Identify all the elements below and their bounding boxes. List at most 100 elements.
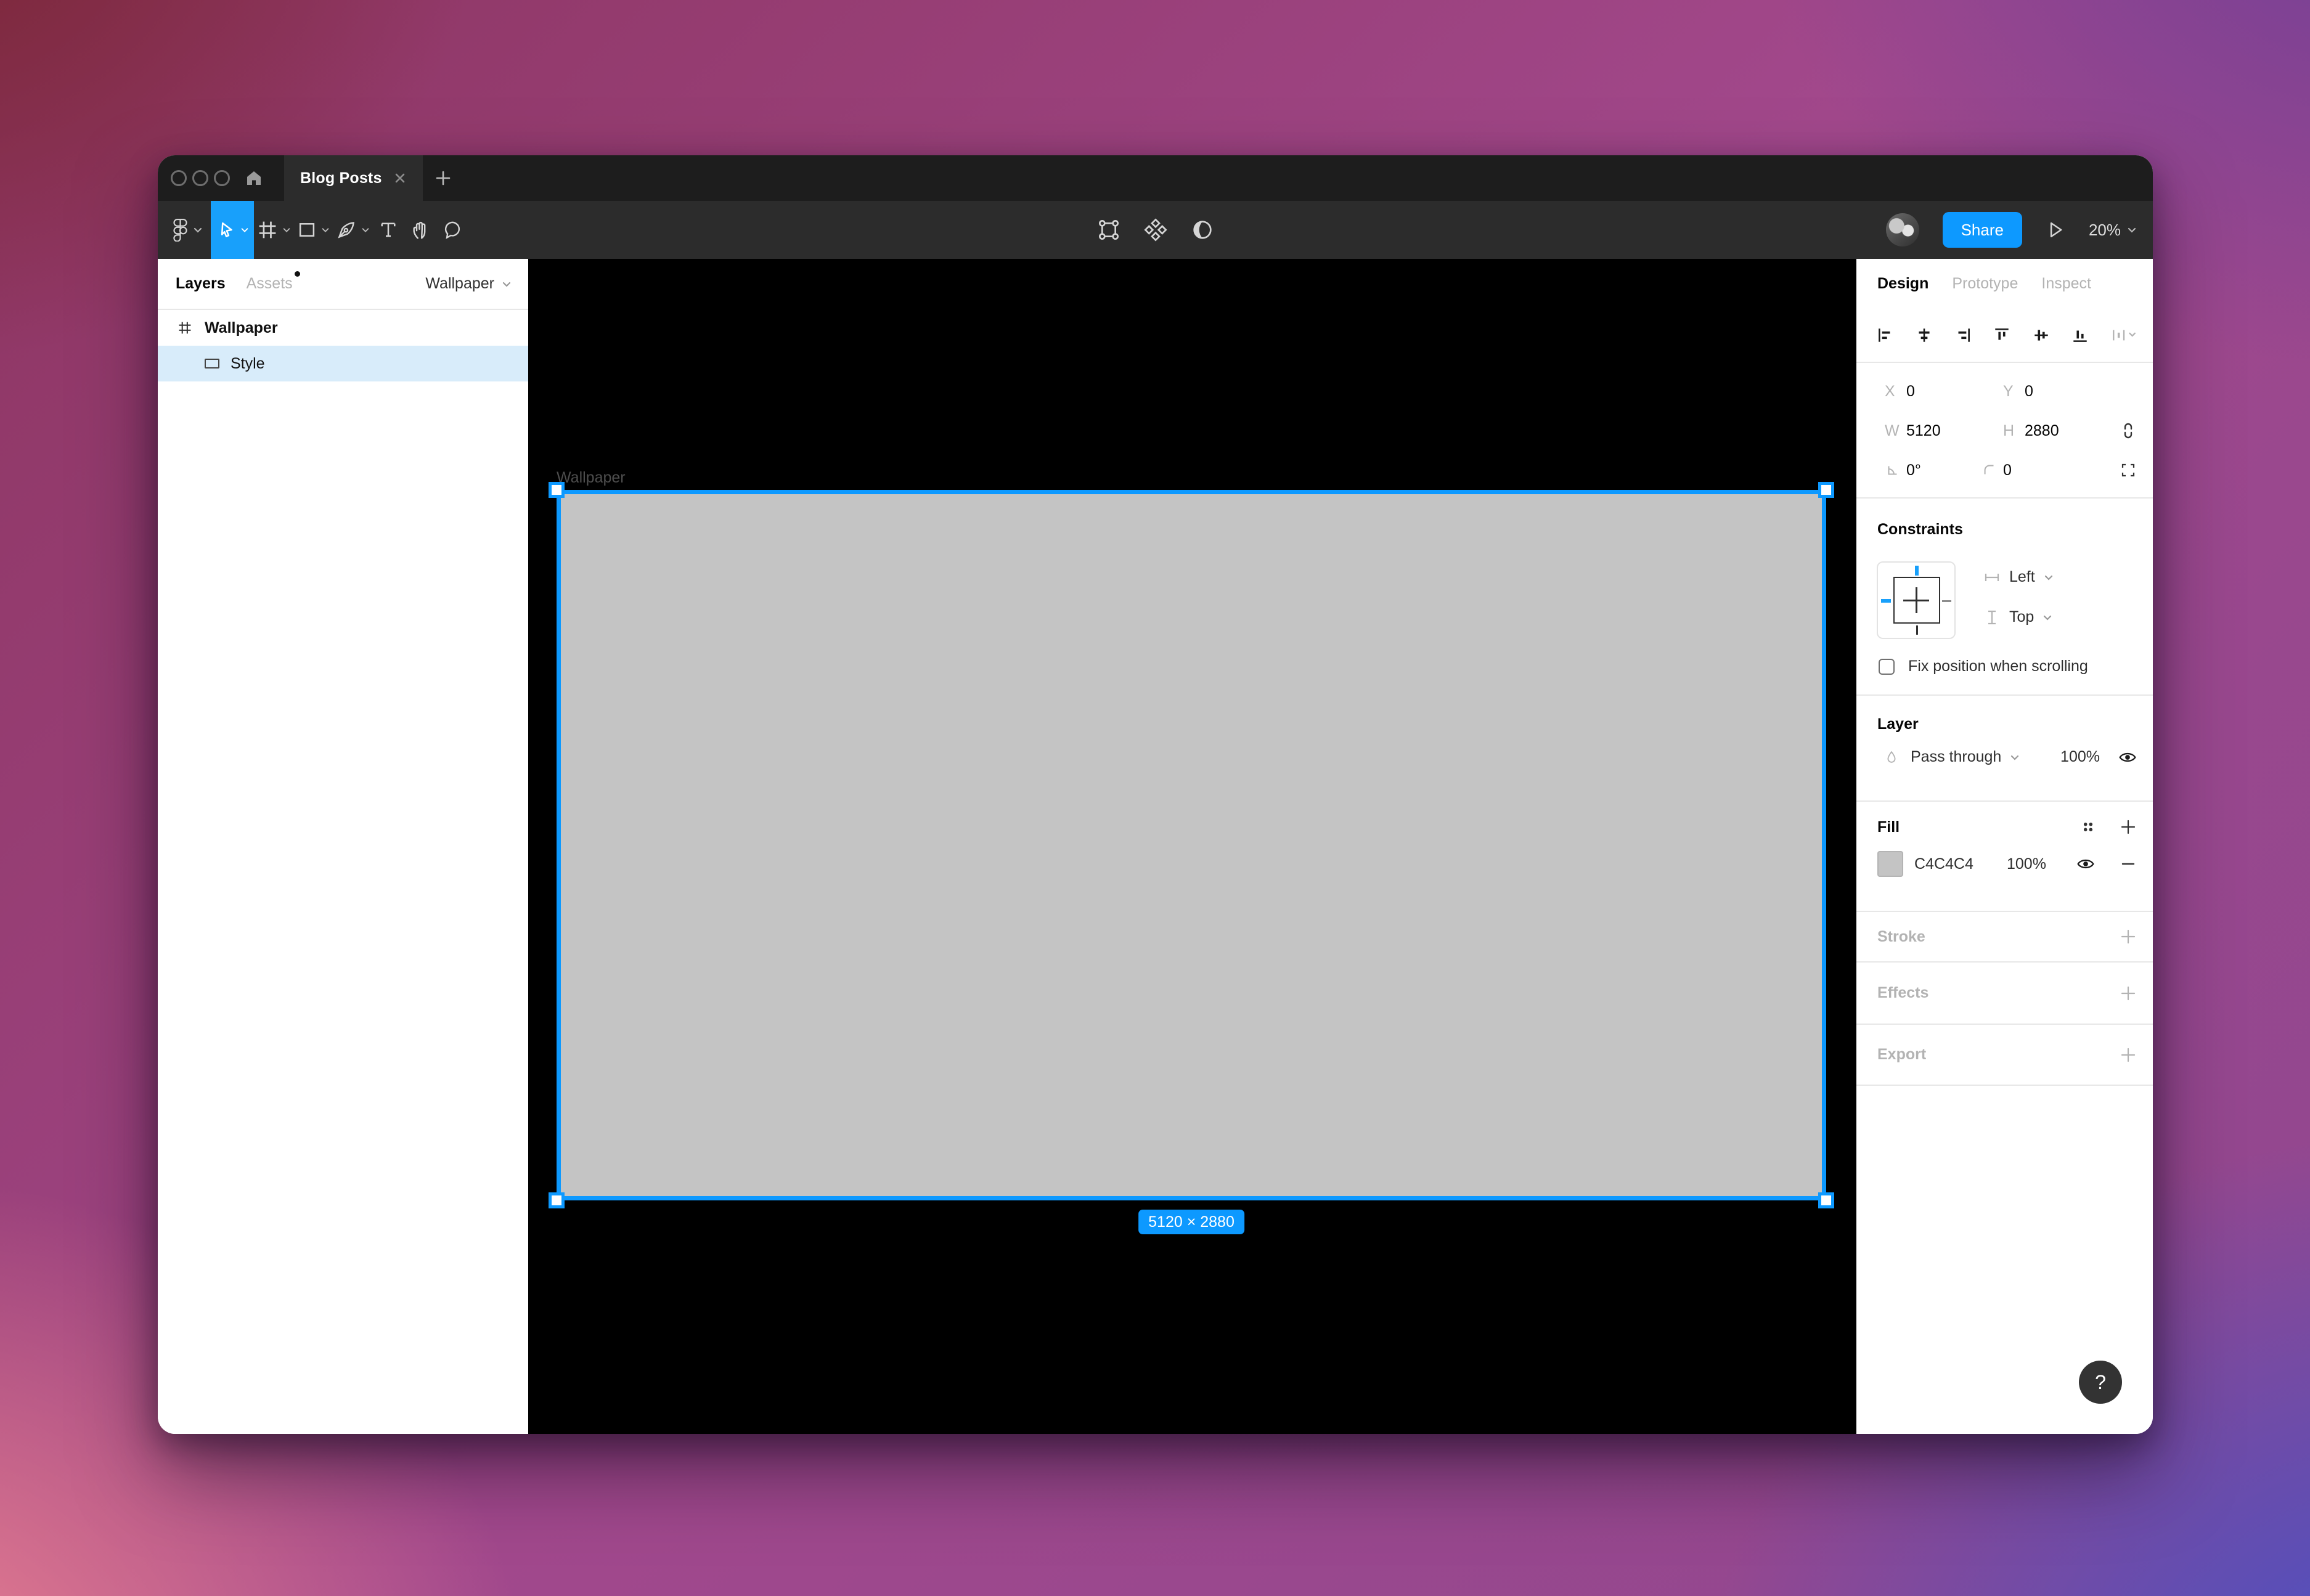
present-icon[interactable] <box>2046 220 2065 240</box>
user-avatar[interactable] <box>1886 213 1919 246</box>
add-stroke-icon[interactable] <box>2120 928 2137 945</box>
distribute-spacing-icon <box>2110 326 2137 344</box>
align-bottom-icon <box>2071 326 2089 344</box>
frame-tool-button[interactable] <box>254 201 293 259</box>
add-effect-icon[interactable] <box>2120 985 2137 1002</box>
align-vertical-center-button[interactable] <box>2032 326 2051 344</box>
zoom-window-button[interactable] <box>214 170 230 186</box>
toolbar-right-group: Share 20% <box>1886 201 2153 259</box>
rotation-input[interactable]: 0° <box>1906 462 1981 479</box>
constraint-right-inactive[interactable] <box>1942 600 1951 602</box>
home-button[interactable] <box>235 155 273 201</box>
tab-prototype[interactable]: Prototype <box>1952 275 2018 293</box>
figma-logo-icon <box>172 218 189 242</box>
vertical-constraint-icon <box>1983 609 2001 626</box>
tab-assets-label: Assets <box>247 275 293 292</box>
fix-position-label: Fix position when scrolling <box>1908 658 2088 675</box>
visibility-eye-icon[interactable] <box>2118 750 2137 765</box>
zoom-level-dropdown[interactable]: 20% <box>2089 221 2137 240</box>
align-horizontal-center-button[interactable] <box>1915 326 1933 344</box>
independent-corners-toggle[interactable] <box>2120 462 2137 479</box>
comment-tool-icon <box>443 220 462 240</box>
pen-tool-button[interactable] <box>333 201 372 259</box>
help-button[interactable]: ? <box>2079 1361 2122 1404</box>
selection-handle-bottom-right[interactable] <box>1818 1192 1834 1208</box>
canvas[interactable]: Wallpaper 5120 × 2880 <box>528 259 1856 1434</box>
constrain-proportions-toggle[interactable] <box>2120 421 2137 440</box>
layer-opacity-input[interactable]: 100% <box>2060 748 2100 766</box>
width-label: W <box>1885 422 1906 440</box>
y-input[interactable]: 0 <box>2025 383 2092 401</box>
fill-section: Fill C4C4C4 100% <box>1856 802 2153 911</box>
main-menu-button[interactable] <box>158 201 211 259</box>
selected-rectangle[interactable] <box>557 490 1826 1200</box>
page-selector-value: Wallpaper <box>425 275 494 293</box>
fill-hex-input[interactable]: C4C4C4 <box>1914 855 2007 873</box>
add-export-icon[interactable] <box>2120 1046 2137 1064</box>
constraints-widget-cross <box>1903 600 1929 601</box>
remove-fill-icon[interactable] <box>2120 855 2137 873</box>
corner-radius-input[interactable]: 0 <box>2003 462 2071 479</box>
size-row: W 5120 H 2880 <box>1885 411 2137 450</box>
selection-handle-top-right[interactable] <box>1818 482 1834 498</box>
move-tool-button[interactable] <box>211 201 254 259</box>
hand-tool-button[interactable] <box>404 201 436 259</box>
fill-styles-icon[interactable] <box>2079 818 2097 836</box>
toolbar: Share 20% <box>158 201 2153 259</box>
distribute-more-button[interactable] <box>2110 326 2137 344</box>
blend-mode-dropdown[interactable]: Pass through <box>1911 748 2001 766</box>
share-button-label: Share <box>1961 221 2004 240</box>
height-input[interactable]: 2880 <box>2025 422 2092 440</box>
selection-handle-bottom-left[interactable] <box>549 1192 565 1208</box>
constraints-widget[interactable] <box>1877 561 1956 639</box>
shape-tool-button[interactable] <box>293 201 333 259</box>
document-tab[interactable]: Blog Posts <box>284 155 423 201</box>
tab-layers[interactable]: Layers <box>176 275 226 293</box>
vertical-constraint-dropdown[interactable]: Top <box>1983 608 2052 626</box>
move-tool-icon <box>216 220 236 240</box>
width-input[interactable]: 5120 <box>1906 422 2003 440</box>
close-window-button[interactable] <box>171 170 187 186</box>
edit-object-button[interactable] <box>1096 201 1121 259</box>
constraints-title: Constraints <box>1877 521 2137 539</box>
independent-corners-icon <box>2120 462 2137 479</box>
x-label: X <box>1885 383 1906 401</box>
use-as-mask-button[interactable] <box>1190 201 1215 259</box>
rotation-row: 0° 0 <box>1885 450 2137 490</box>
align-top-button[interactable] <box>1993 326 2011 344</box>
horizontal-constraint-dropdown[interactable]: Left <box>1983 568 2054 586</box>
x-input[interactable]: 0 <box>1906 383 2003 401</box>
share-button[interactable]: Share <box>1943 212 2022 248</box>
constraint-bottom-inactive[interactable] <box>1916 625 1918 635</box>
align-left-button[interactable] <box>1876 326 1895 344</box>
close-tab-icon[interactable] <box>393 171 407 185</box>
tab-assets[interactable]: Assets <box>247 275 293 293</box>
constraint-left-active[interactable] <box>1881 599 1891 603</box>
add-fill-icon[interactable] <box>2120 818 2137 836</box>
canvas-frame-label[interactable]: Wallpaper <box>557 469 626 487</box>
fill-opacity-input[interactable]: 100% <box>2007 855 2075 873</box>
selection-handle-top-left[interactable] <box>549 482 565 498</box>
layer-row-wallpaper[interactable]: Wallpaper <box>158 310 528 346</box>
layer-title: Layer <box>1877 715 2137 733</box>
align-right-button[interactable] <box>1954 326 1972 344</box>
vertical-constraint-value: Top <box>2009 608 2034 626</box>
tab-design[interactable]: Design <box>1877 275 1928 293</box>
tab-inspect[interactable]: Inspect <box>2041 275 2091 293</box>
comment-tool-button[interactable] <box>436 201 468 259</box>
effects-title: Effects <box>1877 984 1928 1002</box>
layer-row-style-selected[interactable]: Style <box>158 346 528 381</box>
fill-color-swatch[interactable] <box>1877 851 1903 877</box>
create-component-button[interactable] <box>1143 201 1168 259</box>
align-right-icon <box>1954 326 1972 344</box>
effects-section: Effects <box>1856 963 2153 1024</box>
minimize-window-button[interactable] <box>192 170 208 186</box>
constraint-top-active[interactable] <box>1915 566 1919 576</box>
new-tab-button[interactable] <box>423 155 463 201</box>
align-bottom-button[interactable] <box>2071 326 2089 344</box>
visibility-eye-icon[interactable] <box>2076 857 2095 871</box>
fix-position-checkbox[interactable] <box>1879 659 1895 675</box>
text-tool-button[interactable] <box>372 201 404 259</box>
page-selector-dropdown[interactable]: Wallpaper <box>425 275 512 293</box>
fix-position-row: Fix position when scrolling <box>1879 658 2088 675</box>
